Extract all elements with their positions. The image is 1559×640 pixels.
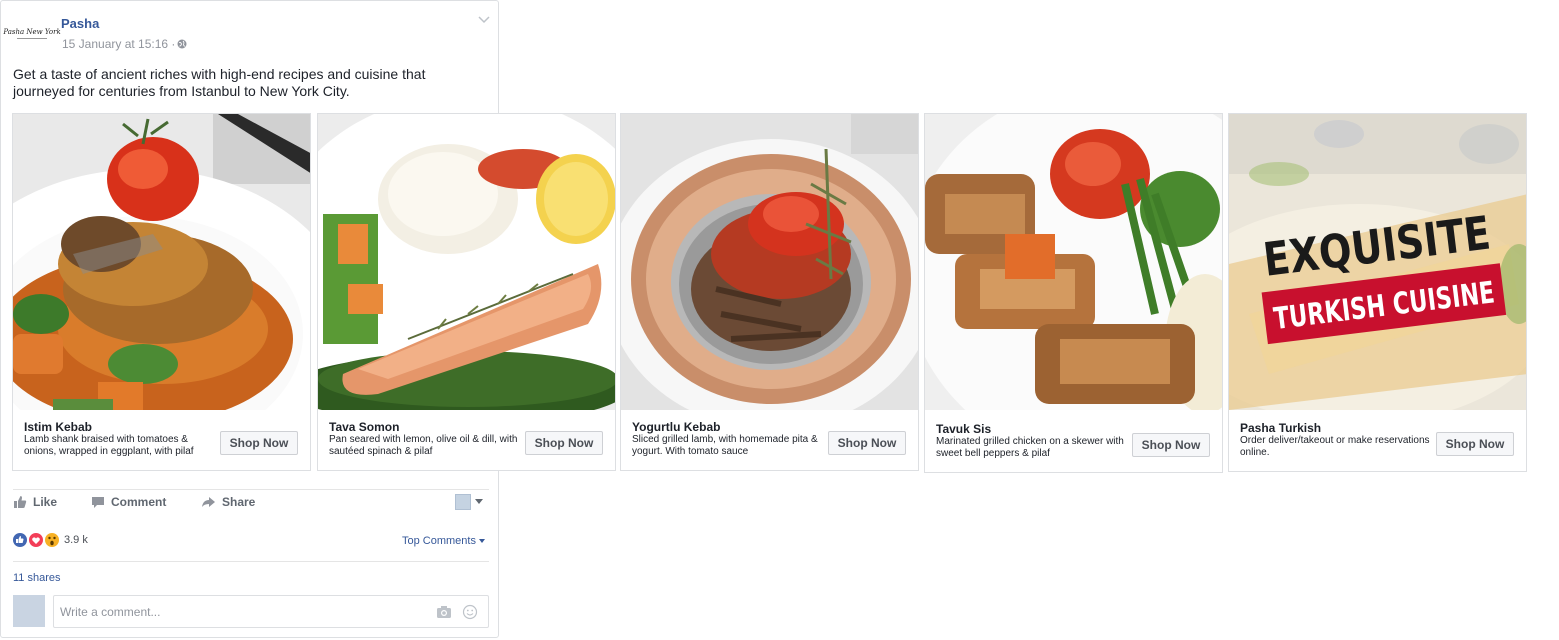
share-arrow-icon bbox=[202, 497, 215, 507]
comment-icon bbox=[92, 497, 104, 508]
card-title[interactable]: Yogurtlu Kebab bbox=[632, 420, 720, 434]
page-name-link[interactable]: Pasha bbox=[61, 16, 99, 31]
globe-icon bbox=[177, 39, 187, 49]
page-logo[interactable]: Pasha New York bbox=[3, 19, 61, 47]
card-description: Marinated grilled chicken on a skewer wi… bbox=[936, 436, 1124, 459]
carousel-card[interactable]: Tavuk Sis Marinated grilled chicken on a… bbox=[924, 113, 1223, 473]
promo-banner-image[interactable]: EXQUISITE TURKISH CUISINE bbox=[1229, 114, 1526, 410]
food-photo[interactable] bbox=[318, 114, 615, 410]
reaction-count[interactable]: 3.9 k bbox=[64, 534, 88, 546]
post-timestamp[interactable]: 15 January at 15:16 · bbox=[62, 37, 175, 51]
food-photo[interactable] bbox=[13, 114, 310, 410]
comment-placeholder: Write a comment... bbox=[60, 605, 161, 619]
carousel-card[interactable]: Tava Somon Pan seared with lemon, olive … bbox=[317, 113, 616, 471]
camera-icon[interactable] bbox=[436, 605, 452, 619]
emoji-icon[interactable] bbox=[462, 604, 478, 620]
card-title[interactable]: Pasha Turkish bbox=[1240, 421, 1321, 435]
audience-selector[interactable] bbox=[455, 494, 471, 510]
comment-button[interactable]: Comment bbox=[91, 495, 166, 509]
caret-down-icon[interactable] bbox=[475, 499, 483, 504]
avatar[interactable] bbox=[13, 595, 45, 627]
share-label: Share bbox=[222, 495, 256, 509]
carousel-card[interactable]: Yogurtlu Kebab Sliced grilled lamb, with… bbox=[620, 113, 919, 471]
card-description: Lamb shank braised with tomatoes & onion… bbox=[24, 434, 194, 457]
post-text: Get a taste of ancient riches with high-… bbox=[13, 66, 426, 99]
shop-now-button[interactable]: Shop Now bbox=[220, 431, 298, 455]
reaction-icons[interactable] bbox=[12, 532, 62, 548]
top-comments-dropdown[interactable]: Top Comments bbox=[402, 535, 485, 547]
top-comments-label: Top Comments bbox=[402, 535, 476, 547]
wow-reaction-icon bbox=[44, 532, 60, 548]
like-label: Like bbox=[33, 495, 58, 509]
shares-count-link[interactable]: 11 shares bbox=[13, 572, 61, 584]
logo-underline bbox=[17, 37, 47, 39]
carousel-card[interactable]: EXQUISITE TURKISH CUISINE Pasha Turkish … bbox=[1228, 113, 1527, 472]
chevron-down-icon[interactable] bbox=[477, 15, 491, 25]
food-photo[interactable] bbox=[925, 114, 1222, 410]
carousel-card[interactable]: Istim Kebab Lamb shank braised with toma… bbox=[12, 113, 311, 471]
card-title[interactable]: Istim Kebab bbox=[24, 420, 92, 434]
logo-text: Pasha New York bbox=[3, 27, 61, 36]
card-title[interactable]: Tavuk Sis bbox=[936, 422, 991, 436]
shop-now-button[interactable]: Shop Now bbox=[1132, 433, 1210, 457]
food-photo[interactable] bbox=[621, 114, 918, 410]
comment-input[interactable]: Write a comment... bbox=[53, 595, 489, 628]
like-reaction-icon bbox=[12, 532, 28, 548]
divider bbox=[13, 561, 489, 562]
love-reaction-icon bbox=[28, 532, 44, 548]
thumbs-up-icon bbox=[14, 496, 27, 508]
card-description: Sliced grilled lamb, with homemade pita … bbox=[632, 434, 818, 457]
divider bbox=[13, 489, 489, 490]
shop-now-button[interactable]: Shop Now bbox=[1436, 432, 1514, 456]
card-title[interactable]: Tava Somon bbox=[329, 420, 399, 434]
caret-down-icon bbox=[478, 539, 485, 544]
share-button[interactable]: Share bbox=[201, 495, 255, 509]
shop-now-button[interactable]: Shop Now bbox=[828, 431, 906, 455]
shop-now-button[interactable]: Shop Now bbox=[525, 431, 603, 455]
like-button[interactable]: Like bbox=[13, 495, 57, 509]
card-description: Pan seared with lemon, olive oil & dill,… bbox=[329, 434, 518, 457]
comment-label: Comment bbox=[111, 495, 167, 509]
card-description: Order deliver/takeout or make reservatio… bbox=[1240, 435, 1430, 458]
